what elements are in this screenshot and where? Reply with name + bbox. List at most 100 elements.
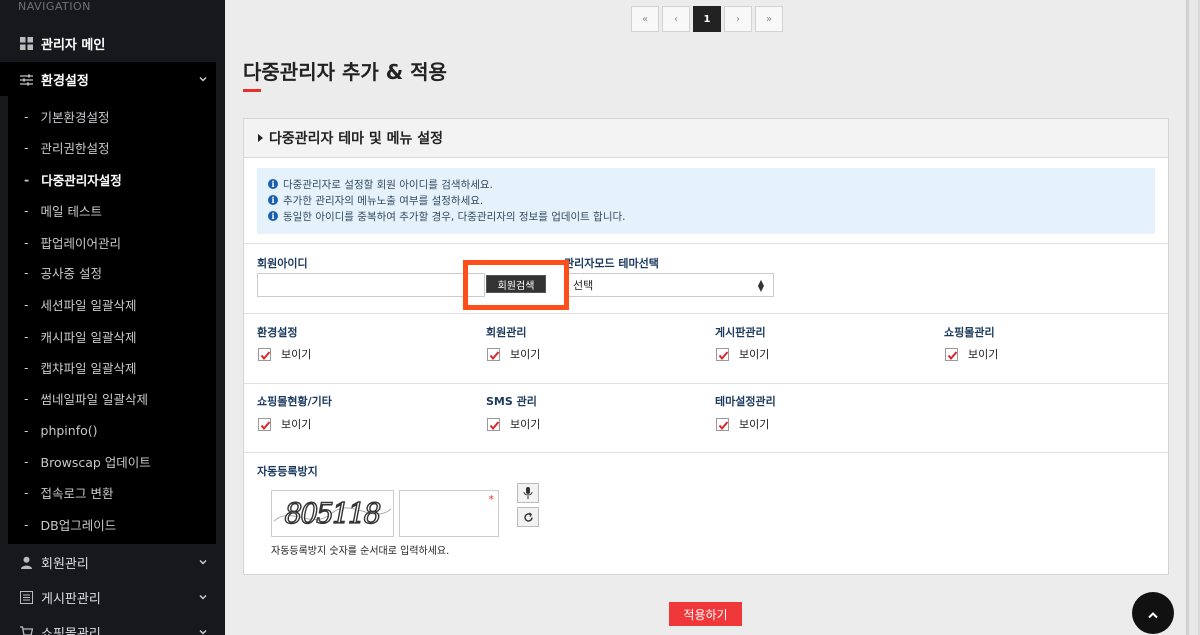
info-icon: i <box>268 179 278 189</box>
page-next-button[interactable]: › <box>724 6 752 32</box>
settings-panel: 다중관리자 테마 및 메뉴 설정 i 다중관리자로 설정할 회원 아이디를 검색하… <box>243 118 1169 575</box>
sidebar-subitem[interactable]: - 썸네일파일 일괄삭제 <box>24 389 148 407</box>
divider <box>244 313 1168 314</box>
captcha-help-text: 자동등록방지 숫자를 순서대로 입력하세요. <box>271 546 450 557</box>
sidebar-item-label: 게시판관리 <box>41 591 101 607</box>
chevron-down-icon <box>198 626 208 635</box>
sidebar-subitem[interactable]: - 관리권한설정 <box>24 138 110 156</box>
info-line: i 추가한 관리자의 메뉴노출 여부를 설정하세요. <box>268 192 1144 208</box>
sidebar-subitem-label: 관리권한설정 <box>40 140 110 156</box>
page-last-button[interactable]: » <box>755 6 783 32</box>
refresh-icon <box>523 508 534 527</box>
chevron-down-icon <box>198 556 208 566</box>
grid-icon <box>20 36 33 50</box>
captcha-input[interactable]: * <box>399 490 499 537</box>
sidebar: NAVIGATION 관리자 메인 환경설정 - 기본환경설정 - 관리권한설정 -… <box>0 0 225 635</box>
sidebar-subitem-label: 썸네일파일 일괄삭제 <box>40 391 148 407</box>
show-checkbox-row[interactable]: 보이기 <box>487 346 540 362</box>
nav-heading: NAVIGATION <box>18 0 91 13</box>
check-label: SMS 관리 <box>486 395 537 408</box>
show-checkbox-row[interactable]: 보이기 <box>258 346 311 362</box>
sidebar-subitem[interactable]: - 캐시파일 일괄삭제 <box>24 327 137 345</box>
sidebar-subitem-label: 기본환경설정 <box>40 109 110 125</box>
checkbox-checked[interactable] <box>258 347 271 361</box>
chevron-down-icon <box>198 591 208 601</box>
scroll-top-button[interactable] <box>1132 592 1174 634</box>
sidebar-subitem[interactable]: - 세션파일 일괄삭제 <box>24 295 137 313</box>
show-checkbox-row[interactable]: 보이기 <box>716 416 769 432</box>
sidebar-item-shop[interactable]: 쇼핑몰관리 <box>0 615 216 635</box>
sidebar-item-members[interactable]: 회원관리 <box>0 545 216 579</box>
checkbox-checked[interactable] <box>258 417 271 431</box>
sidebar-item-boards[interactable]: 게시판관리 <box>0 580 216 614</box>
title-underline <box>243 89 261 92</box>
sidebar-subitem[interactable]: - DB업그레이드 <box>24 515 116 533</box>
sidebar-subitem[interactable]: - 공사중 설정 <box>24 263 102 281</box>
theme-label: 관리자모드 테마선택 <box>564 257 659 270</box>
info-box: i 다중관리자로 설정할 회원 아이디를 검색하세요. i 추가한 관리자의 메뉴노… <box>257 168 1155 234</box>
sidebar-subitem[interactable]: - phpinfo() <box>24 421 98 439</box>
sidebar-subitem-label: 세션파일 일괄삭제 <box>40 297 137 313</box>
checkbox-label: 보이기 <box>968 348 999 361</box>
info-icon: i <box>268 211 278 221</box>
show-checkbox-row[interactable]: 보이기 <box>945 346 998 362</box>
captcha-text: 805118 <box>285 497 381 530</box>
sidebar-item-label: 쇼핑몰관리 <box>41 626 101 635</box>
sidebar-item-label: 환경설정 <box>41 73 89 89</box>
user-icon <box>20 556 33 569</box>
check-label: 테마설정관리 <box>715 395 776 408</box>
sidebar-subitem[interactable]: - 캡챠파일 일괄삭제 <box>24 358 137 376</box>
sidebar-subitem[interactable]: - 접속로그 변환 <box>24 483 114 501</box>
apply-button[interactable]: 적용하기 <box>669 602 742 626</box>
divider <box>244 383 1168 384</box>
sidebar-item-admin-main[interactable]: 관리자 메인 <box>0 26 216 60</box>
page-current-button[interactable]: 1 <box>693 6 721 32</box>
captcha-refresh-button[interactable] <box>517 507 539 527</box>
info-line: i 다중관리자로 설정할 회원 아이디를 검색하세요. <box>268 176 1144 192</box>
checkbox-label: 보이기 <box>510 348 541 361</box>
sidebar-item-settings[interactable]: 환경설정 <box>0 62 216 96</box>
caret-right-icon <box>258 134 263 142</box>
checkbox-label: 보이기 <box>739 348 770 361</box>
sidebar-item-label: 관리자 메인 <box>41 37 106 53</box>
check-label: 환경설정 <box>257 326 298 339</box>
sidebar-subitem-label: 공사중 설정 <box>40 265 102 281</box>
sidebar-subitem-current[interactable]: - 다중관리자설정 <box>24 170 122 188</box>
checkbox-label: 보이기 <box>510 418 541 431</box>
member-id-input[interactable] <box>257 273 485 297</box>
show-checkbox-row[interactable]: 보이기 <box>487 416 540 432</box>
sidebar-subitem[interactable]: - 팝업레이어관리 <box>24 233 121 251</box>
captcha-label: 자동등록방지 <box>257 465 318 478</box>
checkbox-checked[interactable] <box>487 417 500 431</box>
scrollbar-thumb[interactable] <box>1188 0 1198 635</box>
member-id-label: 회원아이디 <box>257 257 308 270</box>
sidebar-subitem[interactable]: - 기본환경설정 <box>24 107 110 125</box>
sidebar-subitem[interactable]: - 메일 테스트 <box>24 201 102 219</box>
checkbox-checked[interactable] <box>716 347 729 361</box>
sidebar-subitem[interactable]: - Browscap 업데이트 <box>24 452 151 470</box>
captcha-image: 805118 <box>271 490 394 537</box>
checkbox-checked[interactable] <box>945 347 958 361</box>
divider <box>244 452 1168 453</box>
theme-select[interactable]: 선택 ▲ ▼ <box>564 273 774 297</box>
chevron-up-icon <box>1147 604 1159 623</box>
scrollbar-track[interactable] <box>1186 0 1200 635</box>
check-label: 쇼핑몰관리 <box>944 326 995 339</box>
captcha-audio-button[interactable] <box>517 483 539 503</box>
info-line: i 동일한 아이디를 중복하여 추가할 경우, 다중관리자의 정보를 업데이트 합… <box>268 208 1144 224</box>
panel-header: 다중관리자 테마 및 메뉴 설정 <box>244 119 1168 158</box>
page-prev-button[interactable]: ‹ <box>662 6 690 32</box>
checkbox-checked[interactable] <box>487 347 500 361</box>
highlight-box <box>463 260 569 310</box>
microphone-icon <box>523 484 533 503</box>
checkbox-checked[interactable] <box>716 417 729 431</box>
sidebar-submenu <box>8 96 216 544</box>
page-first-button[interactable]: « <box>631 6 659 32</box>
list-icon <box>20 590 33 604</box>
check-label: 게시판관리 <box>715 326 766 339</box>
show-checkbox-row[interactable]: 보이기 <box>258 416 311 432</box>
sidebar-subitem-label: 접속로그 변환 <box>40 485 114 501</box>
show-checkbox-row[interactable]: 보이기 <box>716 346 769 362</box>
cart-icon <box>20 625 34 635</box>
sidebar-subitem-label: 캐시파일 일괄삭제 <box>40 329 137 345</box>
